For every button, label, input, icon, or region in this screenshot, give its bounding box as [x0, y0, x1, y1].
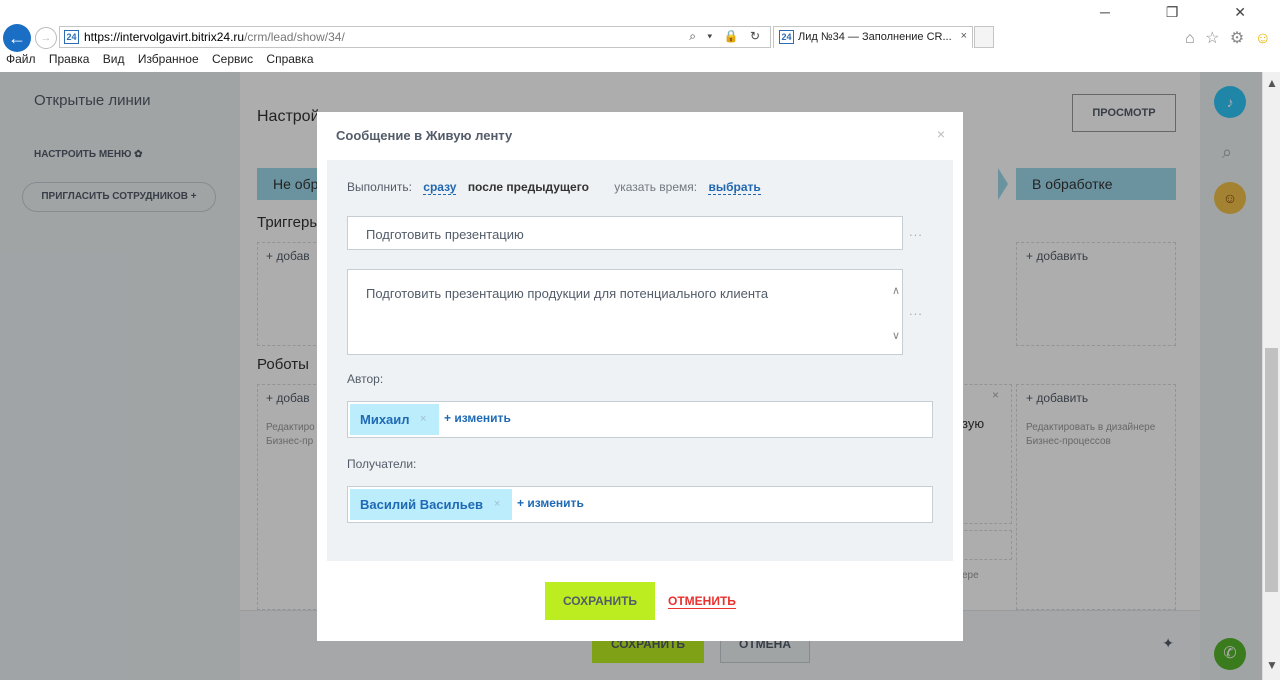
menu-help[interactable]: Справка: [266, 52, 313, 66]
recipients-change-link[interactable]: + изменить: [517, 496, 584, 510]
address-bar-icons[interactable]: ⌕ ▾ 🔒 ↻: [689, 29, 764, 44]
tab-title: Лид №34 — Заполнение CR...: [798, 31, 952, 43]
author-change-link[interactable]: + изменить: [444, 411, 511, 425]
browser-tools[interactable]: ⌂ ☆ ⚙ ☺: [1185, 28, 1274, 48]
menu-tools[interactable]: Сервис: [212, 52, 253, 66]
menu-view[interactable]: Вид: [103, 52, 125, 66]
author-tag-remove-icon[interactable]: ×: [420, 404, 426, 435]
message-title-input[interactable]: Подготовить презентацию: [347, 216, 903, 250]
message-text-value: Подготовить презентацию продукции для по…: [366, 286, 769, 301]
title-more-icon[interactable]: ...: [909, 224, 923, 239]
dialog-title: Сообщение в Живую ленту: [336, 128, 513, 143]
text-more-icon[interactable]: ...: [909, 303, 923, 318]
author-field[interactable]: Михаил × + изменить: [347, 401, 933, 438]
back-button[interactable]: ←: [3, 24, 31, 52]
dialog-body: Выполнить: сразу после предыдущего указа…: [327, 160, 953, 561]
dialog-save-button[interactable]: СОХРАНИТЬ: [545, 582, 655, 620]
execute-label: Выполнить:: [347, 180, 412, 194]
execute-row: Выполнить: сразу после предыдущего указа…: [347, 180, 761, 195]
page-scrollbar[interactable]: ▲ ▼: [1262, 72, 1280, 680]
textarea-scroll-up-icon[interactable]: ∧: [892, 284, 900, 297]
menu-bar: Файл Правка Вид Избранное Сервис Справка: [0, 52, 1280, 70]
browser-chrome: ← → 24 https://intervolgavirt.bitrix24.r…: [0, 0, 1280, 72]
choose-time-link[interactable]: выбрать: [708, 180, 761, 195]
message-title-value: Подготовить презентацию: [366, 227, 524, 242]
url-text[interactable]: https://intervolgavirt.bitrix24.ru/crm/l…: [84, 30, 345, 44]
dialog-close-icon[interactable]: ×: [937, 126, 945, 142]
menu-file[interactable]: Файл: [6, 52, 36, 66]
message-text-area[interactable]: Подготовить презентацию продукции для по…: [347, 269, 903, 355]
browser-tab[interactable]: 24 Лид №34 — Заполнение CR... ×: [773, 26, 973, 48]
author-label: Автор:: [347, 372, 384, 386]
recipient-tag: Василий Васильев ×: [350, 489, 512, 520]
forward-button[interactable]: →: [35, 27, 57, 49]
execute-after-previous[interactable]: после предыдущего: [468, 180, 589, 194]
feedback-smile-icon[interactable]: ☺: [1255, 30, 1274, 47]
menu-favorites[interactable]: Избранное: [138, 52, 199, 66]
tab-favicon-icon: 24: [779, 30, 794, 44]
dialog-cancel-link[interactable]: ОТМЕНИТЬ: [668, 594, 736, 609]
tab-close-icon[interactable]: ×: [961, 30, 967, 42]
author-tag-label: Михаил: [360, 412, 410, 427]
execute-now-link[interactable]: сразу: [423, 180, 457, 195]
new-tab-button[interactable]: [974, 26, 994, 48]
live-feed-message-dialog: Сообщение в Живую ленту × Выполнить: сра…: [317, 112, 963, 641]
recipient-tag-label: Василий Васильев: [360, 497, 484, 512]
scroll-down-icon[interactable]: ▼: [1266, 658, 1278, 672]
window-controls[interactable]: ─ ❐ ✕: [1100, 4, 1272, 21]
author-tag: Михаил ×: [350, 404, 439, 435]
site-favicon-icon: 24: [64, 30, 79, 44]
home-star-gear-icon[interactable]: ⌂ ☆ ⚙: [1185, 30, 1247, 47]
textarea-scroll-down-icon[interactable]: ∨: [892, 329, 900, 342]
recipients-label: Получатели:: [347, 457, 417, 471]
menu-edit[interactable]: Правка: [49, 52, 90, 66]
recipients-field[interactable]: Василий Васильев × + изменить: [347, 486, 933, 523]
address-bar[interactable]: 24 https://intervolgavirt.bitrix24.ru/cr…: [59, 26, 771, 48]
scroll-thumb[interactable]: [1265, 348, 1278, 592]
recipient-tag-remove-icon[interactable]: ×: [494, 489, 500, 520]
scroll-up-icon[interactable]: ▲: [1266, 76, 1278, 90]
time-label: указать время:: [614, 180, 698, 194]
